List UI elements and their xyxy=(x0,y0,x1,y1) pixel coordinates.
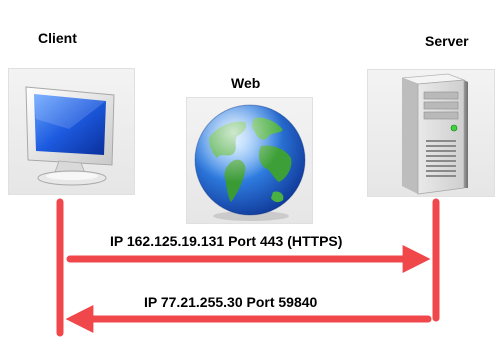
response-label: IP 77.21.255.30 Port 59840 xyxy=(144,294,318,310)
request-label: IP 162.125.19.131 Port 443 (HTTPS) xyxy=(110,233,343,249)
